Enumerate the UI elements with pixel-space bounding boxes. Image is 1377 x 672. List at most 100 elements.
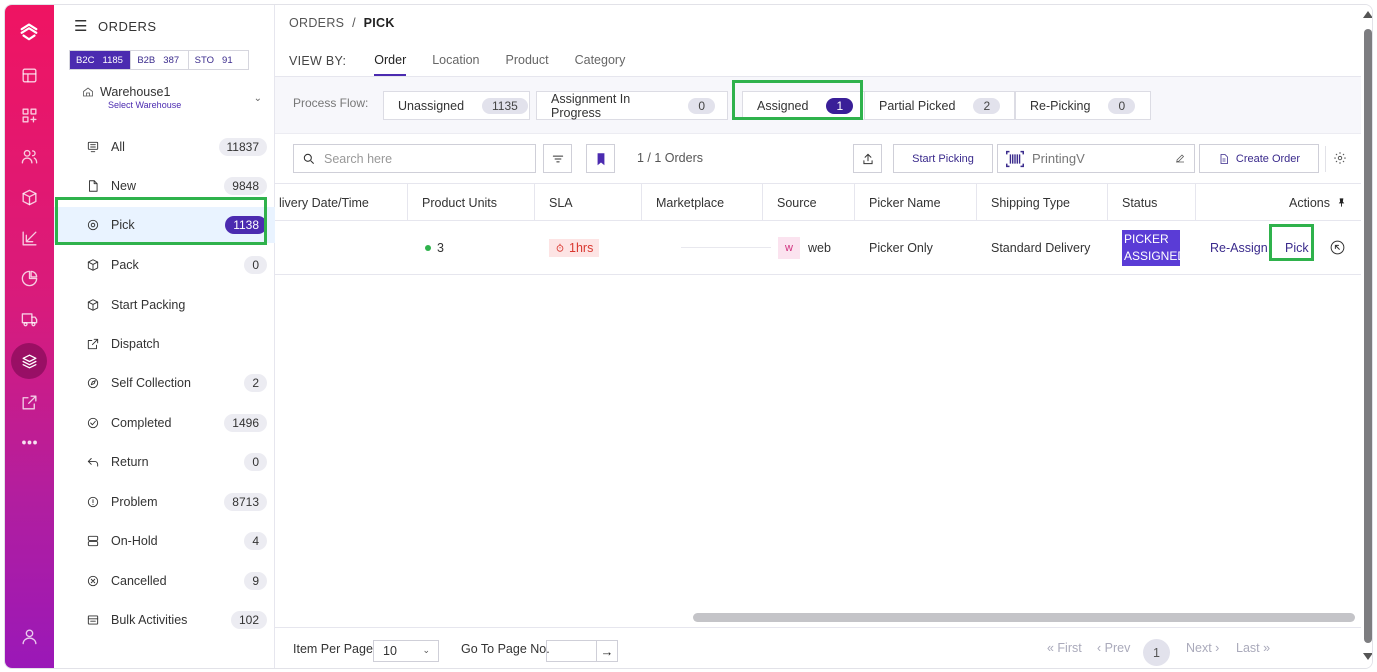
channel-sto[interactable]: STO 91 — [187, 51, 248, 69]
sidebar-item-bulk-activities[interactable]: Bulk Activities 102 — [54, 602, 275, 638]
logo-icon[interactable] — [17, 19, 41, 43]
sidebar-item-cancelled[interactable]: Cancelled 9 — [54, 563, 275, 599]
more-icon[interactable] — [17, 430, 41, 454]
cell-picker-name: Picker Only — [869, 240, 933, 255]
last-page-link[interactable]: Last » — [1236, 641, 1270, 655]
app-rail — [5, 5, 54, 668]
channel-b2b[interactable]: B2B 387 — [130, 51, 187, 69]
search-icon — [303, 153, 315, 164]
col-product-units[interactable]: Product Units — [408, 184, 535, 221]
create-order-button[interactable]: Create Order — [1199, 144, 1319, 173]
col-marketplace[interactable]: Marketplace — [642, 184, 763, 221]
sidebar-item-new[interactable]: New 9848 — [54, 168, 275, 204]
cell-source: w web — [778, 221, 831, 274]
search-input[interactable] — [324, 151, 524, 166]
pagination-footer: Item Per Page 10 ⌄ Go To Page No. → « Fi… — [275, 627, 1361, 668]
open-detail-button[interactable] — [1329, 221, 1346, 274]
count-badge: 0 — [244, 453, 267, 471]
scroll-down-icon[interactable] — [1363, 653, 1372, 660]
scroll-up-icon[interactable] — [1363, 11, 1372, 18]
dashboard-icon[interactable] — [17, 103, 41, 127]
sidebar-item-pick[interactable]: Pick 1138 — [54, 207, 275, 243]
count-badge: 0 — [1108, 97, 1136, 114]
sidebar-item-pack[interactable]: Pack 0 — [54, 247, 275, 283]
inbound-icon[interactable] — [17, 226, 41, 250]
sla-badge: 1hrs — [549, 238, 600, 257]
new-icon — [89, 180, 98, 192]
goto-page-input[interactable]: → — [546, 640, 618, 662]
users-icon[interactable] — [17, 144, 41, 168]
bookmark-button[interactable] — [586, 144, 615, 173]
cell-sla: 1hrs — [549, 221, 600, 274]
flow-unassigned[interactable]: Unassigned 1135 — [383, 91, 530, 120]
pick-link[interactable]: Pick — [1285, 221, 1309, 274]
count-badge: 102 — [230, 611, 267, 629]
flow-partial-picked[interactable]: Partial Picked 2 — [865, 91, 1015, 120]
truck-icon[interactable] — [17, 307, 41, 331]
items-per-page-select[interactable]: 10 ⌄ — [373, 640, 439, 662]
col-actions: Actions — [1196, 184, 1361, 221]
tab-location[interactable]: Location — [432, 53, 479, 76]
sidebar-item-completed[interactable]: Completed 1496 — [54, 405, 275, 441]
col-shipping-type[interactable]: Shipping Type — [977, 184, 1108, 221]
user-icon[interactable] — [17, 624, 41, 648]
on-hold-icon — [87, 535, 99, 547]
flow-assigned[interactable]: Assigned 1 — [742, 91, 865, 120]
all-icon — [87, 141, 99, 153]
prev-page-link[interactable]: ‹ Prev — [1097, 641, 1130, 655]
printer-selector[interactable]: PrintingV — [997, 144, 1195, 173]
layers-icon[interactable] — [11, 343, 47, 379]
vertical-scrollbar[interactable] — [1361, 5, 1372, 668]
reassign-link[interactable]: Re-Assign — [1210, 221, 1268, 274]
breadcrumb-root[interactable]: ORDERS — [289, 16, 344, 30]
box-icon[interactable] — [17, 185, 41, 209]
scroll-thumb[interactable] — [1364, 29, 1372, 643]
arrow-right-icon[interactable]: → — [596, 641, 617, 661]
chevron-down-icon: ⌄ — [422, 645, 430, 655]
pie-chart-icon[interactable] — [17, 266, 41, 290]
col-status[interactable]: Status — [1108, 184, 1196, 221]
col-picker-name[interactable]: Picker Name — [855, 184, 977, 221]
external-link-icon[interactable] — [17, 390, 41, 414]
channel-b2c[interactable]: B2C 1185 — [70, 51, 131, 69]
pin-icon[interactable] — [1336, 197, 1347, 208]
table-row[interactable]: 3 1hrs w web Picker Only Standard Delive… — [275, 221, 1361, 275]
col-source[interactable]: Source — [763, 184, 855, 221]
home-icon — [83, 87, 93, 97]
col-sla[interactable]: SLA — [535, 184, 642, 221]
next-page-link[interactable]: Next › — [1186, 641, 1219, 655]
sidebar-item-dispatch[interactable]: Dispatch — [54, 326, 275, 362]
self-collection-icon — [87, 377, 99, 389]
tab-product[interactable]: Product — [506, 53, 549, 76]
horizontal-scrollbar[interactable] — [693, 613, 1355, 622]
warehouse-sub: Select Warehouse — [108, 100, 182, 110]
warehouse-selector[interactable]: Warehouse1 Select Warehouse ⌄ — [82, 85, 262, 110]
col-delivery-date[interactable]: livery Date/Time — [275, 184, 408, 221]
current-page[interactable]: 1 — [1143, 639, 1170, 666]
count-badge: 9848 — [224, 177, 267, 195]
goto-page-label: Go To Page No. — [461, 642, 550, 656]
start-picking-button[interactable]: Start Picking — [893, 144, 993, 173]
sidebar-item-all[interactable]: All 11837 — [54, 129, 275, 165]
grid-icon[interactable] — [17, 63, 41, 87]
bulk-activities-icon — [87, 615, 99, 625]
tab-category[interactable]: Category — [575, 53, 626, 76]
table-header: livery Date/Time Product Units SLA Marke… — [275, 183, 1361, 221]
sidebar-item-start-packing[interactable]: Start Packing — [54, 287, 275, 323]
first-page-link[interactable]: « First — [1047, 641, 1082, 655]
menu-icon[interactable]: ☰ — [74, 17, 88, 35]
sidebar-item-return[interactable]: Return 0 — [54, 444, 275, 480]
flow-assignment-in-progress[interactable]: Assignment In Progress 0 — [536, 91, 728, 120]
tab-order[interactable]: Order — [374, 53, 407, 76]
sidebar-item-self-collection[interactable]: Self Collection 2 — [54, 365, 275, 401]
warehouse-name: Warehouse1 — [100, 85, 171, 99]
sidebar-item-on-hold[interactable]: On-Hold 4 — [54, 523, 275, 559]
edit-icon[interactable] — [1174, 152, 1186, 164]
filter-button[interactable] — [543, 144, 572, 173]
sidebar-item-problem[interactable]: Problem 8713 — [54, 484, 275, 520]
export-button[interactable] — [853, 144, 882, 173]
gear-icon[interactable] — [1333, 151, 1347, 165]
flow-re-picking[interactable]: Re-Picking 0 — [1015, 91, 1151, 120]
pack-icon — [87, 259, 99, 271]
bookmark-icon — [597, 152, 604, 165]
